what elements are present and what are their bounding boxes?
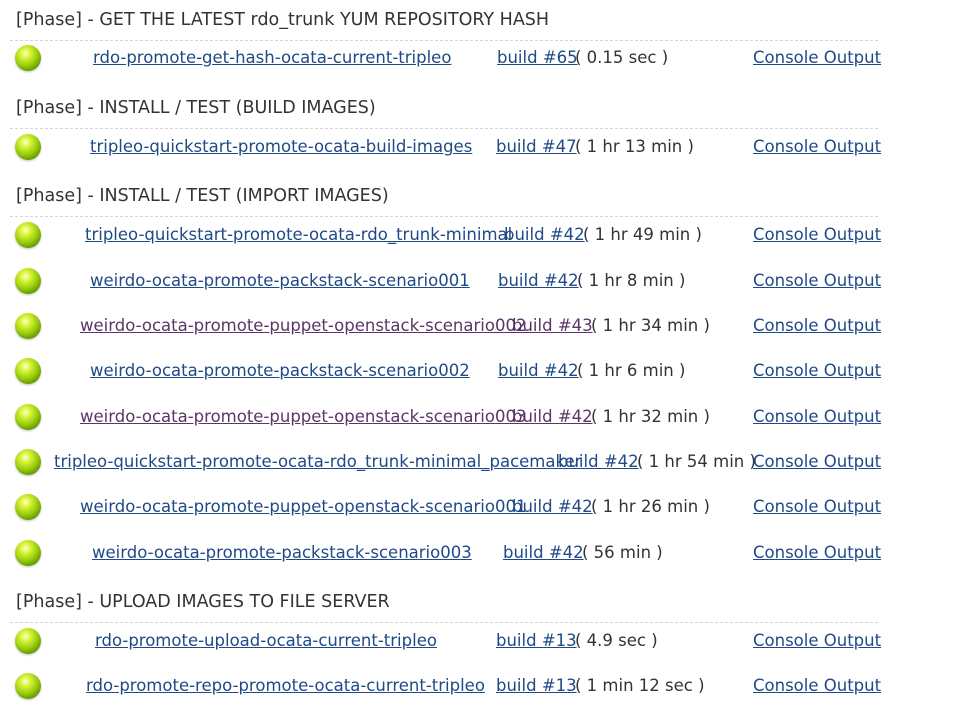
job-link[interactable]: weirdo-ocata-promote-packstack-scenario0…	[90, 271, 470, 291]
success-status-icon	[15, 628, 41, 654]
build-duration: ( 1 hr 54 min )	[637, 452, 756, 471]
success-status-icon	[15, 404, 41, 430]
job-link[interactable]: tripleo-quickstart-promote-ocata-rdo_tru…	[54, 452, 581, 472]
job-link[interactable]: weirdo-ocata-promote-packstack-scenario0…	[92, 543, 472, 563]
phase-divider	[10, 622, 878, 623]
success-status-icon	[15, 268, 41, 294]
console-output-link[interactable]: Console Output	[753, 225, 881, 245]
pipeline-view: [Phase] - GET THE LATEST rdo_trunk YUM R…	[0, 0, 958, 718]
success-status-icon	[15, 134, 41, 160]
phase-title: [Phase] - GET THE LATEST rdo_trunk YUM R…	[16, 10, 550, 30]
build-link[interactable]: build #42	[512, 407, 593, 427]
success-status-icon	[15, 494, 41, 520]
build-link[interactable]: build #65	[497, 48, 578, 68]
build-duration: ( 1 hr 32 min )	[591, 407, 710, 426]
phase-divider	[10, 128, 878, 129]
phase-title: [Phase] - INSTALL / TEST (IMPORT IMAGES)	[16, 186, 389, 206]
success-status-icon	[15, 358, 41, 384]
build-duration: ( 1 min 12 sec )	[575, 676, 705, 695]
job-row: weirdo-ocata-promote-packstack-scenario0…	[0, 266, 958, 296]
build-duration: ( 0.15 sec )	[575, 48, 669, 67]
build-duration: ( 1 hr 49 min )	[583, 225, 702, 244]
console-output-link[interactable]: Console Output	[753, 361, 881, 381]
job-row: tripleo-quickstart-promote-ocata-rdo_tru…	[0, 447, 958, 477]
build-link[interactable]: build #42	[503, 543, 584, 563]
build-link[interactable]: build #42	[498, 271, 579, 291]
build-duration: ( 4.9 sec )	[575, 631, 658, 650]
job-row: tripleo-quickstart-promote-ocata-build-i…	[0, 132, 958, 162]
job-row: weirdo-ocata-promote-puppet-openstack-sc…	[0, 402, 958, 432]
build-link[interactable]: build #13	[496, 631, 577, 651]
build-link[interactable]: build #42	[558, 452, 639, 472]
build-duration: ( 1 hr 13 min )	[575, 137, 694, 156]
job-link[interactable]: weirdo-ocata-promote-packstack-scenario0…	[90, 361, 470, 381]
job-link[interactable]: rdo-promote-upload-ocata-current-tripleo	[95, 631, 437, 651]
job-row: rdo-promote-repo-promote-ocata-current-t…	[0, 671, 958, 701]
console-output-link[interactable]: Console Output	[753, 543, 881, 563]
console-output-link[interactable]: Console Output	[753, 48, 881, 68]
build-link[interactable]: build #42	[504, 225, 585, 245]
build-duration: ( 1 hr 34 min )	[591, 316, 710, 335]
job-row: weirdo-ocata-promote-puppet-openstack-sc…	[0, 492, 958, 522]
console-output-link[interactable]: Console Output	[753, 676, 881, 696]
job-row: rdo-promote-upload-ocata-current-tripleo…	[0, 626, 958, 656]
build-link[interactable]: build #43	[512, 316, 593, 336]
job-link[interactable]: tripleo-quickstart-promote-ocata-rdo_tru…	[85, 225, 512, 245]
phase-divider	[10, 216, 878, 217]
phase-title: [Phase] - UPLOAD IMAGES TO FILE SERVER	[16, 592, 390, 612]
build-duration: ( 1 hr 6 min )	[577, 361, 686, 380]
phase-divider	[10, 40, 878, 41]
job-row: rdo-promote-get-hash-ocata-current-tripl…	[0, 43, 958, 73]
build-duration: ( 56 min )	[582, 543, 663, 562]
success-status-icon	[15, 673, 41, 699]
job-row: weirdo-ocata-promote-puppet-openstack-sc…	[0, 311, 958, 341]
build-duration: ( 1 hr 8 min )	[577, 271, 686, 290]
console-output-link[interactable]: Console Output	[753, 497, 881, 517]
job-row: tripleo-quickstart-promote-ocata-rdo_tru…	[0, 220, 958, 250]
console-output-link[interactable]: Console Output	[753, 316, 881, 336]
build-link[interactable]: build #13	[496, 676, 577, 696]
job-link[interactable]: weirdo-ocata-promote-puppet-openstack-sc…	[80, 407, 526, 427]
job-link[interactable]: tripleo-quickstart-promote-ocata-build-i…	[90, 137, 472, 157]
console-output-link[interactable]: Console Output	[753, 271, 881, 291]
success-status-icon	[15, 313, 41, 339]
job-row: weirdo-ocata-promote-packstack-scenario0…	[0, 356, 958, 386]
success-status-icon	[15, 222, 41, 248]
console-output-link[interactable]: Console Output	[753, 631, 881, 651]
success-status-icon	[15, 540, 41, 566]
success-status-icon	[15, 449, 41, 475]
phase-title: [Phase] - INSTALL / TEST (BUILD IMAGES)	[16, 98, 376, 118]
console-output-link[interactable]: Console Output	[753, 137, 881, 157]
job-link[interactable]: weirdo-ocata-promote-puppet-openstack-sc…	[80, 316, 526, 336]
job-link[interactable]: rdo-promote-repo-promote-ocata-current-t…	[86, 676, 485, 696]
console-output-link[interactable]: Console Output	[753, 407, 881, 427]
console-output-link[interactable]: Console Output	[753, 452, 881, 472]
build-link[interactable]: build #47	[496, 137, 577, 157]
job-link[interactable]: rdo-promote-get-hash-ocata-current-tripl…	[93, 48, 451, 68]
build-link[interactable]: build #42	[498, 361, 579, 381]
build-link[interactable]: build #42	[512, 497, 593, 517]
success-status-icon	[15, 45, 41, 71]
build-duration: ( 1 hr 26 min )	[591, 497, 710, 516]
job-row: weirdo-ocata-promote-packstack-scenario0…	[0, 538, 958, 568]
job-link[interactable]: weirdo-ocata-promote-puppet-openstack-sc…	[80, 497, 526, 517]
